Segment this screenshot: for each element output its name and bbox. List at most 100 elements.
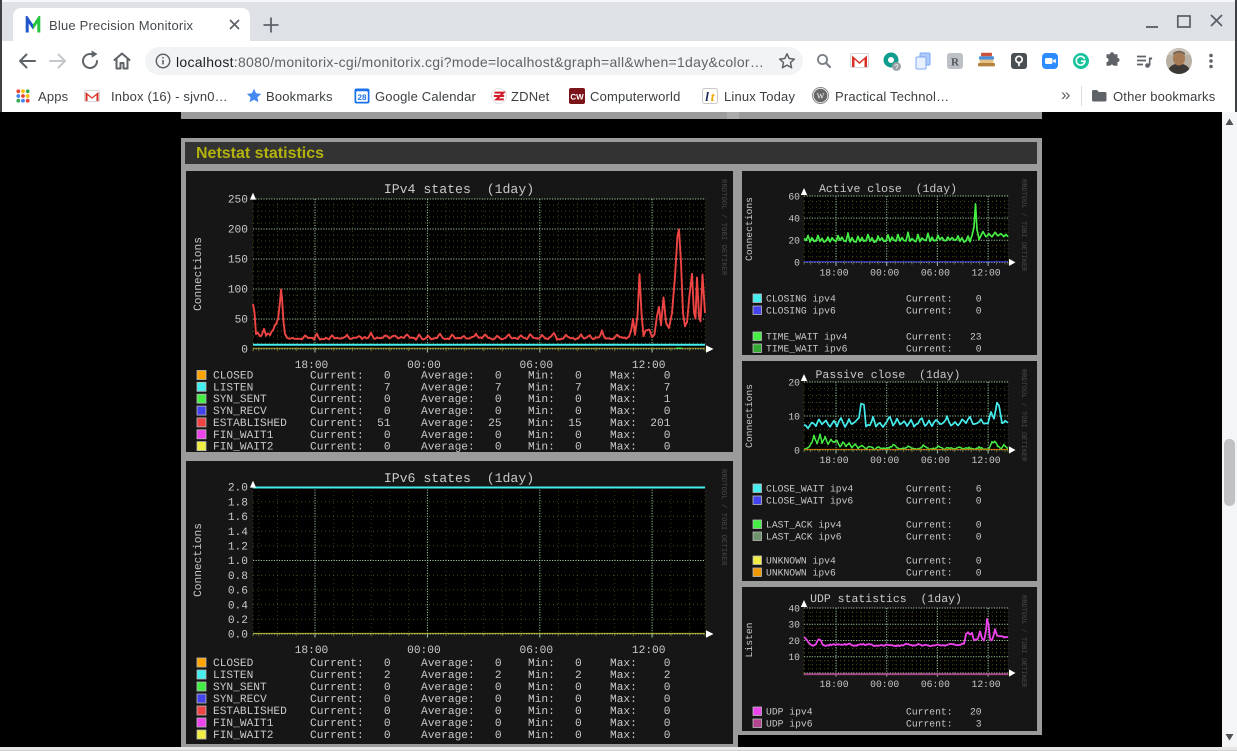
- svg-text:Average: 0: Average: 0: [421, 706, 502, 718]
- svg-text:10: 10: [788, 411, 800, 422]
- svg-text:Current: 0: Current: 0: [906, 532, 982, 543]
- svg-text:Max: 0: Max: 0: [610, 658, 671, 670]
- svg-text:20: 20: [788, 236, 800, 247]
- svg-text:Min: 2: Min: 2: [528, 669, 582, 682]
- svg-text:Current: 0: Current: 0: [906, 496, 982, 507]
- svg-text:Min: 0: Min: 0: [528, 370, 582, 383]
- svg-text:40: 40: [788, 603, 800, 614]
- svg-text:Current: 51: Current: 51: [310, 418, 391, 430]
- svg-text:250: 250: [228, 195, 248, 207]
- svg-text:Max: 0: Max: 0: [610, 371, 671, 383]
- svg-text:Min: 0: Min: 0: [528, 717, 582, 730]
- svg-text:ESTABLISHED: ESTABLISHED: [213, 706, 287, 718]
- svg-text:40: 40: [788, 213, 800, 224]
- svg-text:LAST_ACK ipv4: LAST_ACK ipv4: [766, 520, 842, 531]
- svg-text:1.8: 1.8: [228, 497, 248, 509]
- svg-text:Min: 0: Min: 0: [528, 657, 582, 670]
- svg-text:Current: 6: Current: 6: [906, 484, 982, 495]
- svg-text:Current: 0: Current: 0: [310, 694, 391, 706]
- svg-text:UNKNOWN ipv6: UNKNOWN ipv6: [766, 568, 836, 579]
- svg-text:Current: 0: Current: 0: [906, 568, 982, 579]
- svg-text:00:00: 00:00: [870, 267, 899, 278]
- svg-text:18:00: 18:00: [295, 645, 329, 657]
- svg-text:Average: 0: Average: 0: [421, 371, 502, 383]
- svg-text:Current: 0: Current: 0: [310, 658, 391, 670]
- svg-text:Current: 0: Current: 0: [310, 406, 391, 418]
- svg-text:RRDTOOL / TOBI OETIKER: RRDTOOL / TOBI OETIKER: [1019, 595, 1028, 688]
- svg-text:Max: 201: Max: 201: [610, 418, 671, 430]
- svg-text:Min: 0: Min: 0: [528, 705, 582, 718]
- svg-text:12:00: 12:00: [972, 267, 1001, 278]
- svg-text:Average: 7: Average: 7: [421, 382, 502, 394]
- svg-text:CLOSING ipv4: CLOSING ipv4: [766, 294, 836, 305]
- svg-text:1.2: 1.2: [228, 542, 248, 554]
- svg-text:Average: 25: Average: 25: [421, 418, 502, 430]
- svg-text:SYN_RECV: SYN_RECV: [213, 406, 267, 418]
- svg-text:Max: 2: Max: 2: [610, 670, 670, 682]
- svg-text:Current: 0: Current: 0: [906, 520, 982, 531]
- svg-text:Max: 0: Max: 0: [610, 694, 671, 706]
- svg-text:IPv4 states (1day): IPv4 states (1day): [384, 182, 534, 197]
- svg-text:LISTEN: LISTEN: [213, 382, 253, 394]
- svg-text:FIN_WAIT1: FIN_WAIT1: [213, 718, 274, 730]
- svg-text:Max: 0: Max: 0: [610, 730, 671, 742]
- svg-text:Current: 0: Current: 0: [310, 730, 391, 742]
- svg-text:Average: 0: Average: 0: [421, 430, 502, 442]
- svg-text:0.0: 0.0: [228, 630, 248, 642]
- svg-text:Current: 7: Current: 7: [310, 382, 391, 394]
- svg-text:2.0: 2.0: [228, 483, 248, 495]
- svg-text:Max: 0: Max: 0: [610, 682, 671, 694]
- svg-text:UDP statistics (1day): UDP statistics (1day): [810, 593, 962, 606]
- svg-text:CLOSE_WAIT ipv4: CLOSE_WAIT ipv4: [766, 484, 853, 495]
- svg-text:06:00: 06:00: [921, 679, 950, 690]
- svg-text:1.0: 1.0: [228, 556, 248, 568]
- svg-text:18:00: 18:00: [819, 267, 848, 278]
- svg-text:30: 30: [788, 620, 800, 631]
- svg-text:?: ?: [894, 63, 898, 72]
- svg-text:Current: 0: Current: 0: [906, 294, 982, 305]
- svg-text:100: 100: [228, 285, 248, 297]
- svg-text:RRDTOOL / TOBI OETIKER: RRDTOOL / TOBI OETIKER: [1019, 179, 1028, 272]
- svg-text:0: 0: [794, 258, 800, 269]
- svg-text:60: 60: [788, 191, 800, 202]
- svg-text:t: t: [711, 89, 715, 104]
- svg-text:Average: 0: Average: 0: [421, 682, 502, 694]
- svg-text:150: 150: [228, 255, 248, 267]
- svg-text:RRDTOOL / TOBI OETIKER: RRDTOOL / TOBI OETIKER: [719, 179, 728, 276]
- svg-text:Current: 0: Current: 0: [310, 394, 391, 406]
- svg-text:Min: 7: Min: 7: [528, 381, 582, 394]
- svg-text:Current: 0: Current: 0: [310, 371, 391, 383]
- svg-text:200: 200: [228, 225, 248, 237]
- svg-text:Average: 0: Average: 0: [421, 718, 502, 730]
- svg-text:CLOSED: CLOSED: [213, 658, 254, 670]
- svg-text:Current: 0: Current: 0: [906, 306, 982, 317]
- svg-text:Connections: Connections: [192, 237, 205, 311]
- svg-text:Min: 0: Min: 0: [528, 693, 582, 706]
- svg-text:CLOSE_WAIT ipv6: CLOSE_WAIT ipv6: [766, 496, 853, 507]
- svg-text:Current: 0: Current: 0: [310, 718, 391, 730]
- svg-text:06:00: 06:00: [921, 455, 950, 466]
- svg-text:Connections: Connections: [744, 384, 755, 448]
- svg-text:Max: 0: Max: 0: [610, 406, 671, 418]
- svg-text:10: 10: [788, 652, 800, 663]
- svg-text:00:00: 00:00: [870, 455, 899, 466]
- svg-text:Current: 2: Current: 2: [310, 670, 391, 682]
- svg-text:Average: 0: Average: 0: [421, 694, 502, 706]
- svg-text:RRDTOOL / TOBI OETIKER: RRDTOOL / TOBI OETIKER: [1019, 369, 1028, 462]
- svg-text:TIME_WAIT ipv4: TIME_WAIT ipv4: [766, 332, 848, 343]
- svg-text:W: W: [817, 92, 825, 101]
- svg-text:Max: 7: Max: 7: [610, 382, 670, 394]
- svg-text:1.4: 1.4: [228, 527, 248, 539]
- svg-text:28: 28: [358, 93, 367, 102]
- svg-text:20: 20: [788, 636, 800, 647]
- svg-text:0.6: 0.6: [228, 586, 248, 598]
- svg-text:CLOSED: CLOSED: [213, 371, 254, 383]
- svg-text:Min: 0: Min: 0: [528, 441, 582, 452]
- svg-text:0.8: 0.8: [228, 571, 248, 583]
- svg-text:Current: 3: Current: 3: [906, 719, 982, 730]
- svg-text:Passive close (1day): Passive close (1day): [816, 369, 961, 382]
- svg-text:Average: 2: Average: 2: [421, 670, 502, 682]
- svg-text:18:00: 18:00: [819, 455, 848, 466]
- svg-text:IPv6 states (1day): IPv6 states (1day): [384, 471, 534, 486]
- svg-text:Current: 0: Current: 0: [310, 706, 391, 718]
